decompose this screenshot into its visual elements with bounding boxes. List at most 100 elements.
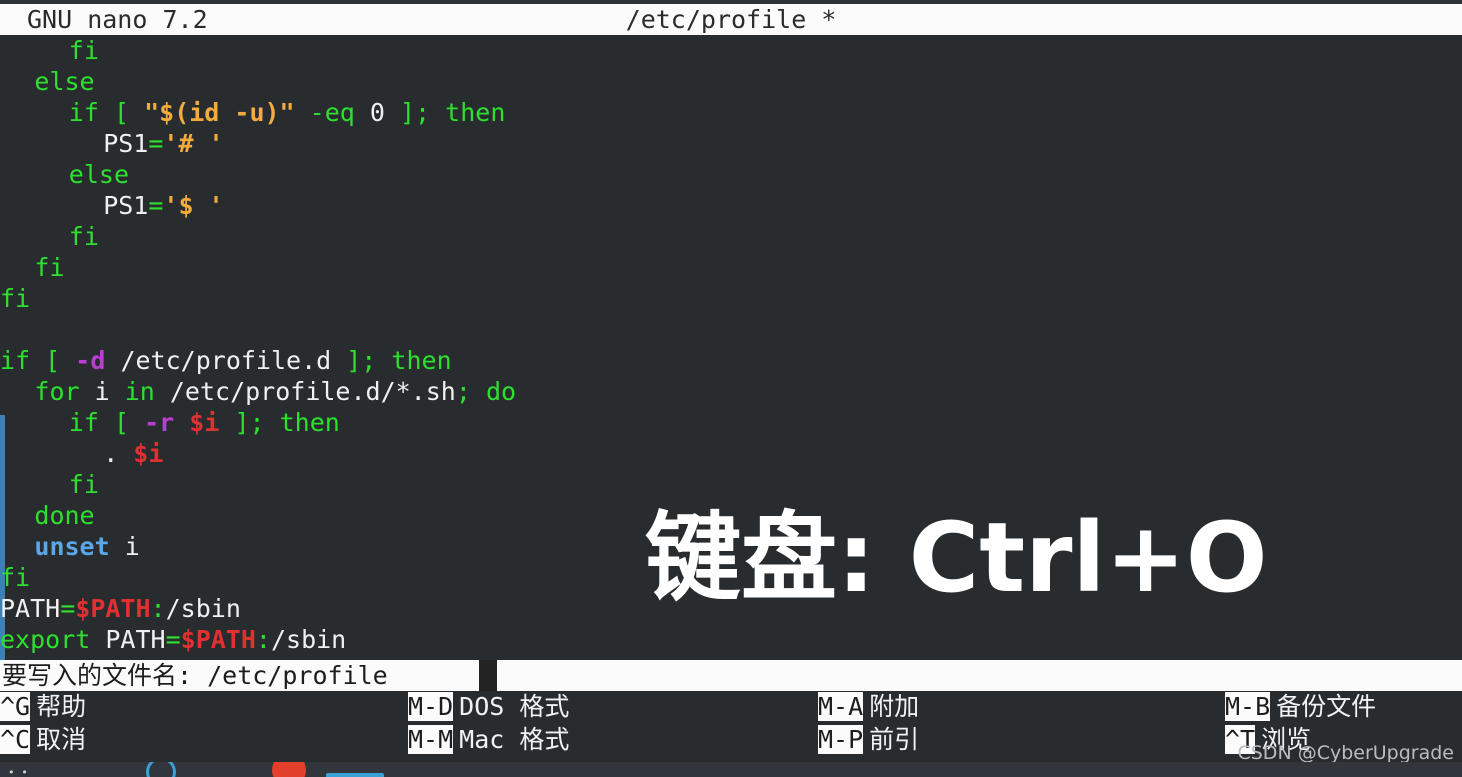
shortcut-key: M-A <box>818 692 864 721</box>
code-line: if [ "$(id -u)" -eq 0 ]; then <box>0 97 506 128</box>
circle-icon[interactable] <box>146 762 176 777</box>
code-token: = <box>60 594 76 623</box>
code-line: if [ -r $i ]; then <box>0 407 340 438</box>
text-cursor <box>479 660 497 691</box>
code-token: -d <box>75 346 106 375</box>
code-token: /etc/profile.d/*.sh <box>154 377 456 406</box>
desktop-taskbar[interactable]: • • • <box>0 762 1462 777</box>
code-token: fi <box>34 253 65 282</box>
code-token: ; <box>415 98 431 127</box>
code-token: then <box>279 408 340 437</box>
code-token: = <box>148 129 164 158</box>
code-token: in <box>124 377 155 406</box>
code-token: ] <box>234 408 250 437</box>
shortcut-g[interactable]: ^G 帮助 <box>0 691 86 722</box>
shortcut-key: M-P <box>818 725 864 754</box>
code-token: for <box>34 377 80 406</box>
code-line: if [ -d /etc/profile.d ]; then <box>0 345 452 376</box>
code-token: else <box>34 67 95 96</box>
code-token: '# ' <box>163 129 224 158</box>
record-icon[interactable] <box>272 762 306 777</box>
code-token: '$ ' <box>163 191 224 220</box>
code-token: ; <box>455 377 471 406</box>
shortcut-key: M-D <box>408 692 454 721</box>
code-token: fi <box>68 36 99 65</box>
shortcut-label: DOS 格式 <box>459 692 570 721</box>
terminal-icon[interactable] <box>326 773 384 777</box>
code-line: fi <box>0 35 99 66</box>
code-token: /sbin <box>270 625 347 654</box>
code-line: PATH=$PATH:/sbin <box>0 593 241 624</box>
code-line: else <box>0 159 129 190</box>
code-line: fi <box>0 252 65 283</box>
code-token: : <box>150 594 166 623</box>
code-token: $PATH <box>75 594 151 623</box>
shortcut-key: ^C <box>0 725 31 754</box>
code-token: fi <box>68 470 99 499</box>
shortcut-mb[interactable]: M-B 备份文件 <box>1225 691 1376 722</box>
shortcut-label: 备份文件 <box>1276 692 1377 721</box>
shortcut-label: Mac 格式 <box>459 725 570 754</box>
code-token: ] <box>399 98 416 127</box>
code-token: $i <box>133 439 164 468</box>
code-line: fi <box>0 283 30 314</box>
save-filename-prompt-bar[interactable]: 要写入的文件名: /etc/profile <box>0 660 1462 691</box>
prompt-text: 要写入的文件名: /etc/profile <box>2 661 388 690</box>
code-token: PATH <box>0 594 61 623</box>
shortcut-label: 帮助 <box>36 692 87 721</box>
code-token: fi <box>0 284 31 313</box>
code-token: i <box>109 532 140 561</box>
code-token: PS1 <box>103 191 149 220</box>
code-token: 0 <box>354 98 400 127</box>
code-token: ; <box>361 346 377 375</box>
code-token: if <box>0 346 31 375</box>
code-token: [ <box>113 98 130 127</box>
code-line: fi <box>0 469 99 500</box>
code-line: fi <box>0 562 30 593</box>
shortcut-ma[interactable]: M-A 附加 <box>818 691 919 722</box>
code-token: PS1 <box>103 129 149 158</box>
code-token: fi <box>0 563 31 592</box>
code-token: i <box>79 377 125 406</box>
code-token: export <box>0 625 91 654</box>
code-token: -r <box>144 408 175 437</box>
titlebar: GNU nano 7.2 /etc/profile * <box>0 4 1462 35</box>
code-line: PS1='$ ' <box>0 190 224 221</box>
shortcut-key: M-M <box>408 725 454 754</box>
watermark-text: CSDN @CyberUpgrade <box>1237 742 1454 764</box>
code-token: : <box>255 625 271 654</box>
shortcut-mp[interactable]: M-P 前引 <box>818 724 919 755</box>
apps-grid-icon[interactable]: • • • <box>8 767 38 777</box>
shortcut-md[interactable]: M-D DOS 格式 <box>408 691 569 722</box>
shortcut-label: 前引 <box>869 725 920 754</box>
code-token: ; <box>249 408 265 437</box>
overlay-caption-text: 键盘: Ctrl+O <box>645 502 1268 614</box>
code-token: /etc/profile.d <box>105 346 347 375</box>
code-token: else <box>68 160 130 189</box>
shortcut-c[interactable]: ^C 取消 <box>0 724 86 755</box>
code-line: export PATH=$PATH:/sbin <box>0 624 346 655</box>
nano-editor-screen: GNU nano 7.2 /etc/profile * fi else if [ "… <box>0 0 1462 777</box>
shortcut-label: 取消 <box>36 725 87 754</box>
code-line: for i in /etc/profile.d/*.sh; do <box>0 376 516 407</box>
shortcut-mm[interactable]: M-M Mac 格式 <box>408 724 569 755</box>
code-token: = <box>148 191 164 220</box>
titlebar-filename: /etc/profile * <box>625 5 837 34</box>
code-token: unset <box>34 532 110 561</box>
shortcut-key: ^G <box>0 692 31 721</box>
code-token: [ <box>45 346 61 375</box>
code-line: fi <box>0 221 99 252</box>
